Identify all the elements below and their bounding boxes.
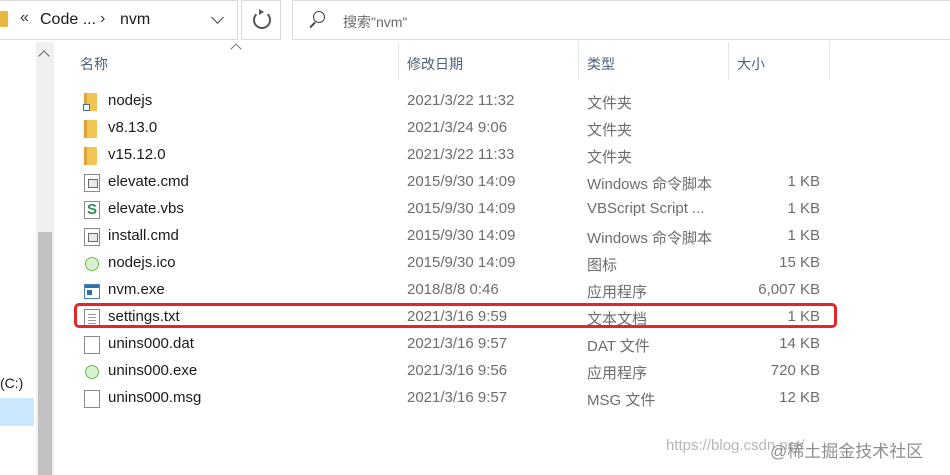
file-name: v8.13.0 — [108, 119, 158, 136]
file-type: MSG 文件 — [587, 392, 656, 409]
file-name: unins000.msg — [108, 389, 202, 406]
cmd-file-icon — [84, 228, 100, 246]
file-name: install.cmd — [108, 227, 179, 244]
scrollbar-thumb[interactable] — [38, 232, 52, 475]
file-date: 2015/9/30 14:09 — [407, 200, 516, 217]
file-name: elevate.cmd — [108, 173, 189, 190]
file-date: 2018/8/8 0:46 — [407, 281, 499, 298]
file-row[interactable]: unins000.dat 2021/3/16 9:57 DAT 文件 14 KB — [75, 331, 835, 358]
file-row[interactable]: v8.13.0 2021/3/24 9:06 文件夹 — [75, 115, 835, 142]
dat-file-icon — [84, 336, 100, 354]
breadcrumb-overflow[interactable]: « — [20, 9, 29, 27]
file-type: DAT 文件 — [587, 338, 650, 355]
file-type: 图标 — [587, 257, 618, 274]
file-date: 2021/3/22 11:32 — [407, 92, 515, 109]
file-date: 2021/3/16 9:57 — [407, 389, 508, 406]
column-header-type[interactable]: 类型 — [587, 54, 615, 74]
msg-file-icon — [84, 390, 100, 408]
file-size: 12 KB — [779, 389, 820, 406]
file-name: nvm.exe — [108, 281, 165, 298]
file-size: 1 KB — [787, 227, 820, 244]
chevron-right-icon[interactable]: › — [100, 10, 105, 28]
column-header-size[interactable]: 大小 — [737, 54, 765, 74]
file-size: 14 KB — [779, 335, 820, 352]
column-divider[interactable] — [398, 42, 399, 80]
file-date: 2021/3/16 9:57 — [407, 335, 508, 352]
file-type: 文件夹 — [587, 95, 633, 112]
file-row[interactable]: nodejs.ico 2015/9/30 14:09 图标 15 KB — [75, 250, 835, 277]
file-size: 720 KB — [770, 362, 820, 379]
file-size: 6,007 KB — [758, 281, 820, 298]
file-name: nodejs.ico — [108, 254, 176, 271]
installer-exe-icon — [85, 365, 99, 379]
exe-file-icon — [84, 284, 100, 299]
file-type: VBScript Script ... — [587, 200, 705, 217]
file-row[interactable]: install.cmd 2015/9/30 14:09 Windows 命令脚本 1 … — [75, 223, 835, 250]
file-size: 1 KB — [787, 200, 820, 217]
nav-item-drive-c[interactable]: (C:) — [0, 375, 23, 391]
column-divider[interactable] — [829, 42, 830, 80]
file-type: Windows 命令脚本 — [587, 176, 713, 193]
folder-icon — [0, 11, 8, 27]
refresh-arrow — [259, 9, 264, 15]
file-date: 2021/3/16 9:56 — [407, 362, 508, 379]
file-type: 文件夹 — [587, 149, 633, 166]
column-divider[interactable] — [728, 42, 729, 80]
folder-shortcut-icon — [83, 93, 97, 111]
file-type: 应用程序 — [587, 284, 648, 301]
file-size: 15 KB — [779, 254, 820, 271]
file-row[interactable]: unins000.msg 2021/3/16 9:57 MSG 文件 12 KB — [75, 385, 835, 412]
file-row[interactable]: v15.12.0 2021/3/22 11:33 文件夹 — [75, 142, 835, 169]
file-type: 文件夹 — [587, 122, 633, 139]
search-placeholder: 搜索"nvm" — [343, 14, 408, 30]
nav-selected-item[interactable] — [0, 398, 34, 426]
watermark-brand: @稀土掘金技术社区 — [770, 442, 924, 461]
cmd-file-icon — [84, 174, 100, 192]
file-row[interactable]: nvm.exe 2018/8/8 0:46 应用程序 6,007 KB — [75, 277, 835, 304]
file-date: 2021/3/22 11:33 — [407, 146, 515, 163]
file-name: elevate.vbs — [108, 200, 184, 217]
breadcrumb-nvm[interactable]: nvm — [120, 11, 150, 29]
file-name: unins000.dat — [108, 335, 194, 352]
file-name: nodejs — [108, 92, 153, 109]
address-bar[interactable] — [0, 0, 238, 40]
column-header-name[interactable]: 名称 — [80, 54, 108, 74]
file-date: 2015/9/30 14:09 — [407, 173, 516, 190]
file-row[interactable]: elevate.vbs 2015/9/30 14:09 VBScript Scrip… — [75, 196, 835, 223]
file-date: 2015/9/30 14:09 — [407, 227, 516, 244]
column-header-date[interactable]: 修改日期 — [407, 54, 463, 74]
file-type: 应用程序 — [587, 365, 648, 382]
file-name: v15.12.0 — [108, 146, 166, 163]
folder-icon — [84, 120, 97, 138]
file-row[interactable]: unins000.exe 2021/3/16 9:56 应用程序 720 KB — [75, 358, 835, 385]
file-date: 2021/3/24 9:06 — [407, 119, 508, 136]
column-divider[interactable] — [578, 42, 579, 80]
sort-ascending-icon — [230, 43, 242, 55]
file-row[interactable]: elevate.cmd 2015/9/30 14:09 Windows 命令脚本 1 … — [75, 169, 835, 196]
file-type: Windows 命令脚本 — [587, 230, 713, 247]
file-size: 1 KB — [787, 173, 820, 190]
folder-icon — [84, 147, 97, 165]
file-row[interactable]: nodejs 2021/3/22 11:32 文件夹 — [75, 88, 835, 115]
file-name: unins000.exe — [108, 362, 198, 379]
breadcrumb-code[interactable]: Code ... — [40, 11, 96, 29]
highlight-box — [74, 303, 837, 328]
nodejs-ico-icon — [85, 257, 99, 271]
file-date: 2015/9/30 14:09 — [407, 254, 516, 271]
vbs-file-icon — [84, 201, 100, 219]
